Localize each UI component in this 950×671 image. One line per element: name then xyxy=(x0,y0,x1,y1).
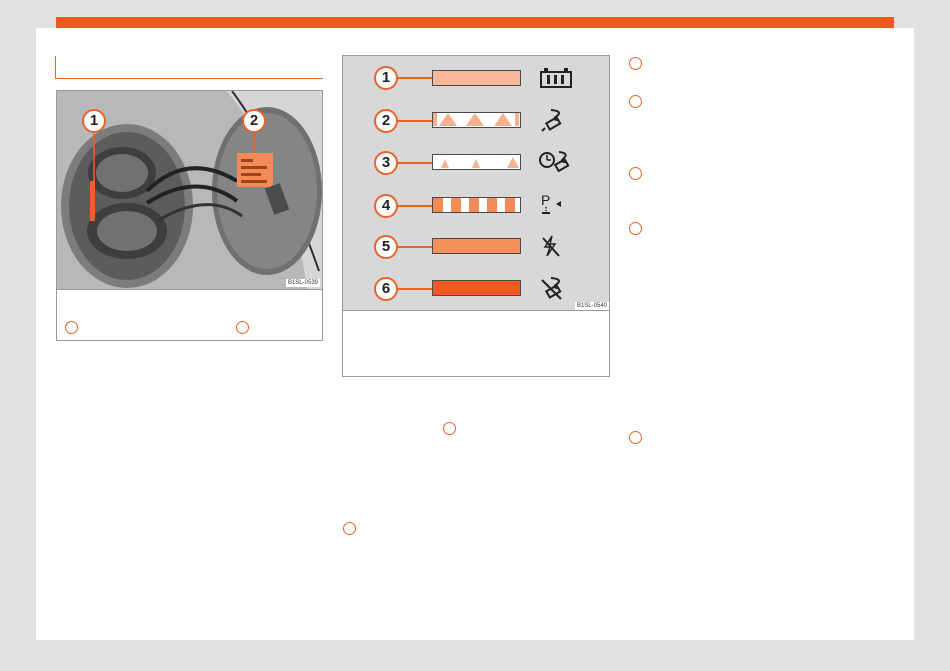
reference-circle xyxy=(629,222,642,235)
reference-circle xyxy=(65,321,78,334)
row-number: 5 xyxy=(374,235,398,259)
row-number: 1 xyxy=(374,66,398,90)
no-power-icon xyxy=(542,235,560,257)
callout-2: 2 xyxy=(242,109,266,133)
charging-plug-icon xyxy=(541,109,562,132)
row-number: 4 xyxy=(374,194,398,218)
reference-circle xyxy=(443,422,456,435)
figure-status-indicators: 1 2 3 4 P 5 6 B1SL-0540 xyxy=(342,55,610,377)
svg-text:P: P xyxy=(541,192,550,208)
charging-error-icon xyxy=(541,277,562,300)
reference-circle xyxy=(236,321,249,334)
reference-circle xyxy=(629,431,642,444)
reference-circle xyxy=(629,57,642,70)
row-number: 3 xyxy=(374,151,398,175)
battery-icon xyxy=(540,68,572,88)
status-bar-pulsing xyxy=(432,112,521,128)
status-bar-intermittent xyxy=(432,154,521,170)
callout-1: 1 xyxy=(82,109,106,133)
figure-charging-socket: 1 2 B1SL-0539 xyxy=(56,90,323,341)
row-number: 6 xyxy=(374,277,398,301)
row-number: 2 xyxy=(374,109,398,133)
status-indicator-panel: 1 2 3 4 P 5 6 B1SL-0540 xyxy=(343,56,609,311)
charging-socket-photo: 1 2 B1SL-0539 xyxy=(57,91,322,290)
section-heading-rule xyxy=(55,56,323,79)
status-bar-dashed xyxy=(432,197,521,213)
figure-code: B1SL-0539 xyxy=(285,279,320,287)
figure-code: B1SL-0540 xyxy=(574,302,609,310)
reference-circle xyxy=(629,95,642,108)
status-bar-solid-dark xyxy=(432,280,521,296)
reference-circle xyxy=(629,167,642,180)
timer-charging-icon xyxy=(539,151,570,173)
parking-lock-icon: P xyxy=(541,192,561,214)
reference-circle xyxy=(343,522,356,535)
status-bar-solid-light xyxy=(432,70,521,86)
status-bar-solid-medium xyxy=(432,238,521,254)
